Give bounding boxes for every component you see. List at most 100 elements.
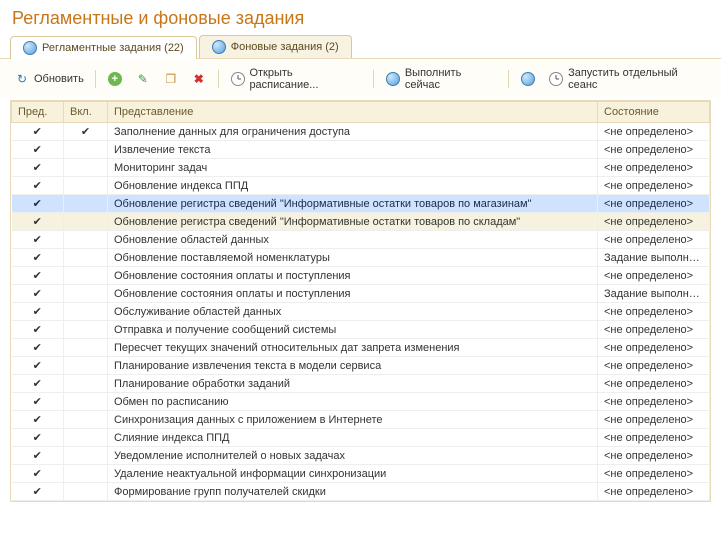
cell-representation[interactable]: Обновление регистра сведений "Информатив… (108, 213, 598, 231)
cell-vkl[interactable] (64, 411, 108, 429)
cell-representation[interactable]: Обновление областей данных (108, 231, 598, 249)
table-row[interactable]: ✔ Удаление неактуальной информации синхро… (12, 465, 710, 483)
cell-pred[interactable]: ✔ (12, 339, 64, 357)
cell-pred[interactable]: ✔ (12, 267, 64, 285)
cell-state[interactable]: <не определено> (598, 429, 710, 447)
table-row[interactable]: ✔Слияние индекса ППД<не определено> (12, 429, 710, 447)
cell-pred[interactable]: ✔ (12, 123, 64, 141)
cell-pred[interactable]: ✔ (12, 249, 64, 267)
cell-pred[interactable]: ✔ (12, 447, 64, 465)
cell-representation[interactable]: Планирование извлечения текста в модели … (108, 357, 598, 375)
table-row[interactable]: ✔Обновление индекса ППД<не определено> (12, 177, 710, 195)
table-row[interactable]: ✔ Обновление состояния оплаты и поступлен… (12, 267, 710, 285)
cell-representation[interactable]: Удаление неактуальной информации синхрон… (108, 465, 598, 483)
cell-vkl[interactable] (64, 177, 108, 195)
cell-vkl[interactable] (64, 465, 108, 483)
cell-vkl[interactable] (64, 141, 108, 159)
cell-vkl[interactable] (64, 249, 108, 267)
cell-vkl[interactable] (64, 321, 108, 339)
cell-representation[interactable]: Мониторинг задач (108, 159, 598, 177)
cell-representation[interactable]: Заполнение данных для ограничения доступ… (108, 123, 598, 141)
table-row[interactable]: ✔Формирование групп получателей скидки<н… (12, 483, 710, 501)
cell-state[interactable]: <не определено> (598, 267, 710, 285)
cell-pred[interactable]: ✔ (12, 393, 64, 411)
cell-pred[interactable]: ✔ (12, 429, 64, 447)
cell-vkl[interactable] (64, 231, 108, 249)
cell-state[interactable]: Задание выполнено (598, 285, 710, 303)
cell-representation[interactable]: Обновление поставляемой номенклатуры (108, 249, 598, 267)
cell-vkl[interactable] (64, 429, 108, 447)
cell-vkl[interactable] (64, 303, 108, 321)
copy-button[interactable]: ❐ (159, 69, 183, 89)
cell-pred[interactable]: ✔ (12, 321, 64, 339)
table-row[interactable]: ✔✔Заполнение данных для ограничения дост… (12, 123, 710, 141)
cell-state[interactable]: <не определено> (598, 177, 710, 195)
col-header-representation[interactable]: Представление (108, 102, 598, 123)
edit-button[interactable]: ✎ (131, 69, 155, 89)
table-row[interactable]: ✔ Обслуживание областей данных<не определ… (12, 303, 710, 321)
table-row[interactable]: ✔ Планирование обработки заданий<не опред… (12, 375, 710, 393)
col-header-pred[interactable]: Пред. (12, 102, 64, 123)
cell-state[interactable]: <не определено> (598, 195, 710, 213)
cell-vkl[interactable]: ✔ (64, 123, 108, 141)
cell-pred[interactable]: ✔ (12, 465, 64, 483)
log-button[interactable] (516, 69, 540, 89)
cell-representation[interactable]: Извлечение текста (108, 141, 598, 159)
cell-vkl[interactable] (64, 285, 108, 303)
cell-vkl[interactable] (64, 339, 108, 357)
cell-representation[interactable]: Уведомление исполнителей о новых задачах (108, 447, 598, 465)
table-row[interactable]: ✔ Обновление состояния оплаты и поступлен… (12, 285, 710, 303)
table-row[interactable]: ✔ Обновление поставляемой номенклатурыЗад… (12, 249, 710, 267)
cell-representation[interactable]: Обновление состояния оплаты и поступлени… (108, 267, 598, 285)
cell-state[interactable]: <не определено> (598, 141, 710, 159)
cell-state[interactable]: <не определено> (598, 393, 710, 411)
cell-vkl[interactable] (64, 375, 108, 393)
cell-state[interactable]: <не определено> (598, 213, 710, 231)
table-row[interactable]: ✔ Обновление регистра сведений "Информати… (12, 213, 710, 231)
cell-representation[interactable]: Пересчет текущих значений относительных … (108, 339, 598, 357)
cell-representation[interactable]: Обновление индекса ППД (108, 177, 598, 195)
table-row[interactable]: ✔Обмен по расписанию<не определено> (12, 393, 710, 411)
run-now-button[interactable]: Выполнить сейчас (381, 65, 501, 93)
cell-representation[interactable]: Обслуживание областей данных (108, 303, 598, 321)
cell-state[interactable]: <не определено> (598, 483, 710, 501)
table-row[interactable]: ✔ Планирование извлечения текста в модели… (12, 357, 710, 375)
cell-pred[interactable]: ✔ (12, 213, 64, 231)
cell-state[interactable]: <не определено> (598, 123, 710, 141)
cell-pred[interactable]: ✔ (12, 375, 64, 393)
delete-button[interactable]: ✖ (187, 69, 211, 89)
cell-pred[interactable]: ✔ (12, 411, 64, 429)
cell-pred[interactable]: ✔ (12, 483, 64, 501)
cell-vkl[interactable] (64, 393, 108, 411)
cell-representation[interactable]: Обновление регистра сведений "Информатив… (108, 195, 598, 213)
col-header-vkl[interactable]: Вкл. (64, 102, 108, 123)
cell-state[interactable]: <не определено> (598, 357, 710, 375)
table-row[interactable]: ✔Обновление областей данных<не определен… (12, 231, 710, 249)
cell-vkl[interactable] (64, 159, 108, 177)
cell-state[interactable]: <не определено> (598, 465, 710, 483)
cell-state[interactable]: <не определено> (598, 339, 710, 357)
cell-vkl[interactable] (64, 357, 108, 375)
table-row[interactable]: ✔ Уведомление исполнителей о новых задача… (12, 447, 710, 465)
cell-pred[interactable]: ✔ (12, 285, 64, 303)
cell-representation[interactable]: Синхронизация данных с приложением в Инт… (108, 411, 598, 429)
cell-pred[interactable]: ✔ (12, 195, 64, 213)
cell-representation[interactable]: Планирование обработки заданий (108, 375, 598, 393)
cell-pred[interactable]: ✔ (12, 357, 64, 375)
col-header-state[interactable]: Состояние (598, 102, 710, 123)
cell-representation[interactable]: Обновление состояния оплаты и поступлени… (108, 285, 598, 303)
cell-vkl[interactable] (64, 213, 108, 231)
table-row[interactable]: ✔ Отправка и получение сообщений системы<… (12, 321, 710, 339)
table-row[interactable]: ✔ Обновление регистра сведений "Информати… (12, 195, 710, 213)
add-button[interactable]: + (103, 69, 127, 89)
table-row[interactable]: ✔ Пересчет текущих значений относительных… (12, 339, 710, 357)
refresh-button[interactable]: ↻ Обновить (10, 69, 88, 89)
cell-state[interactable]: <не определено> (598, 303, 710, 321)
cell-representation[interactable]: Отправка и получение сообщений системы (108, 321, 598, 339)
cell-pred[interactable]: ✔ (12, 303, 64, 321)
table-row[interactable]: ✔Мониторинг задач<не определено> (12, 159, 710, 177)
cell-vkl[interactable] (64, 195, 108, 213)
cell-state[interactable]: <не определено> (598, 321, 710, 339)
cell-state[interactable]: Задание выполнено (598, 249, 710, 267)
cell-state[interactable]: <не определено> (598, 375, 710, 393)
